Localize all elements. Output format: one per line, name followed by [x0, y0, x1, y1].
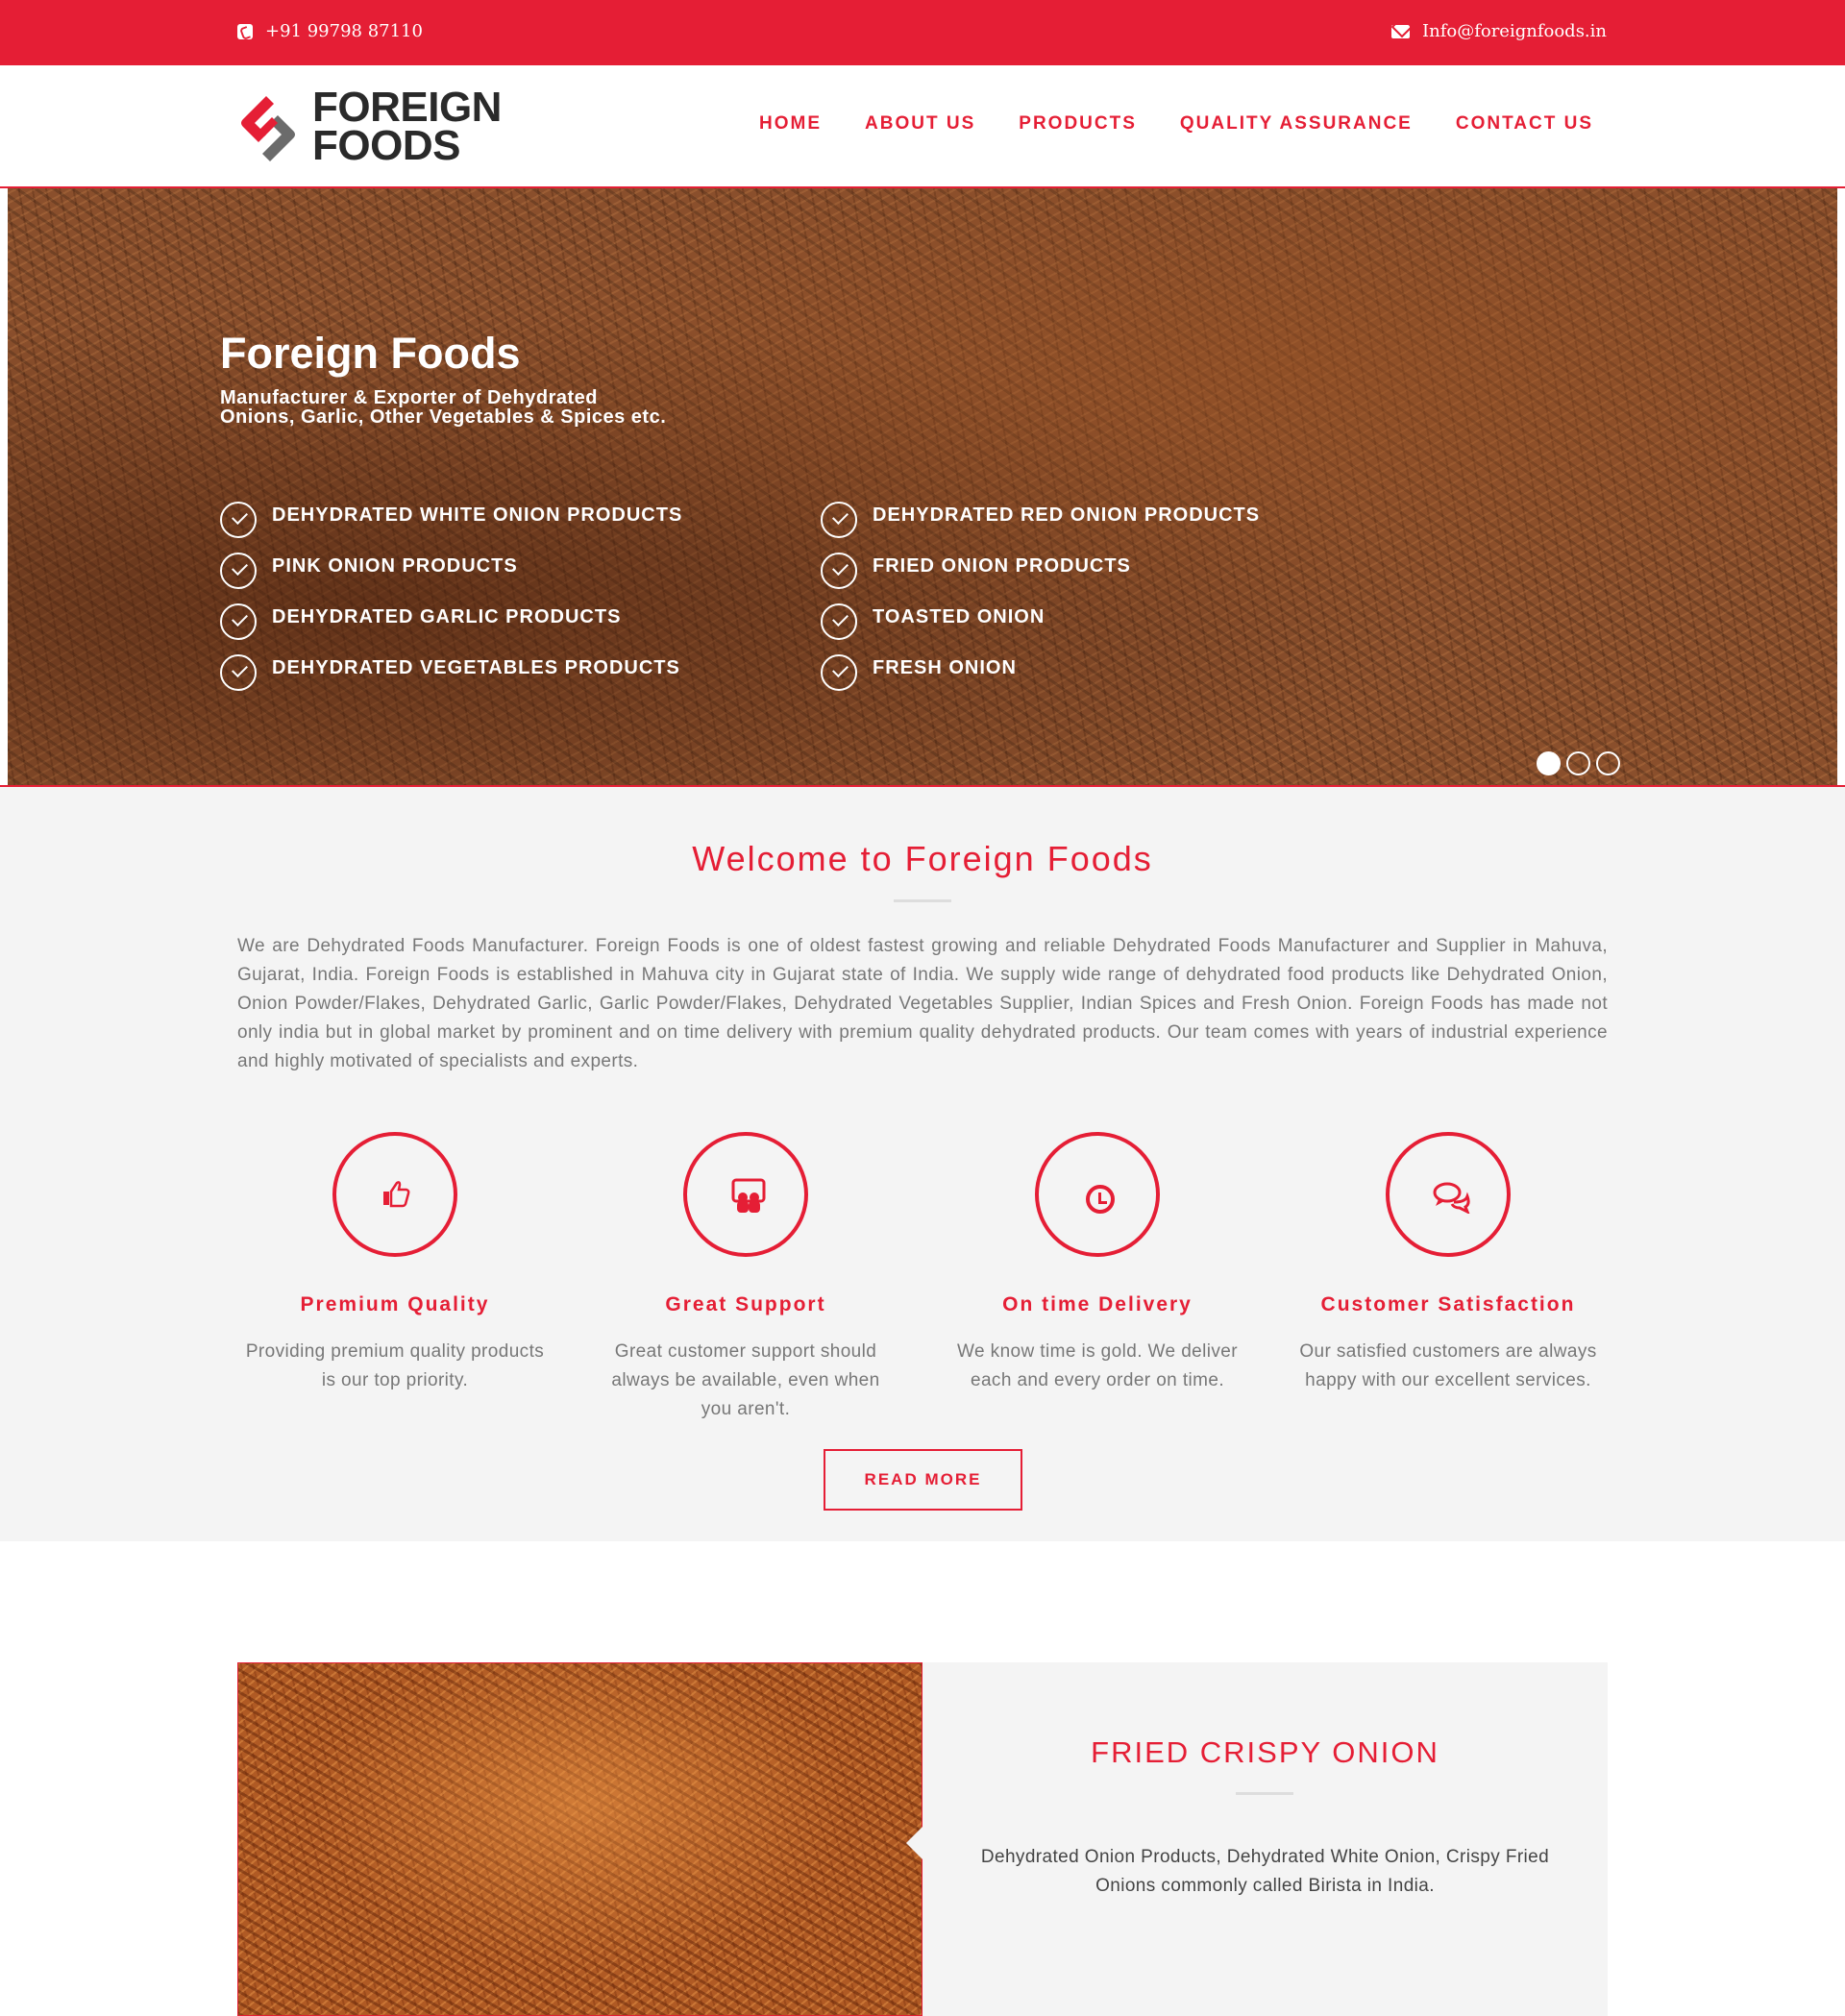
feature-title: Premium Quality — [300, 1293, 490, 1315]
nav-quality-assurance[interactable]: QUALITY ASSURANCE — [1180, 113, 1413, 135]
panel-pointer — [906, 1826, 923, 1860]
thumbs-up-icon — [383, 1181, 410, 1208]
check-circle-icon — [220, 654, 257, 691]
hero-list-label: DEHYDRATED VEGETABLES PRODUCTS — [272, 657, 680, 678]
envelope-icon — [1391, 24, 1410, 38]
top-bar: +91 99798 87110 Info@foreignfoods.in — [0, 0, 1845, 65]
logo-wordmark: FOREIGN FOODS — [312, 84, 502, 169]
phone-number[interactable]: +91 99798 87110 — [265, 21, 423, 41]
hero-list-item: DEHYDRATED WHITE ONION PRODUCTS — [220, 502, 682, 553]
hero-title: Foreign Foods — [220, 329, 521, 378]
slider-dot-2[interactable] — [1566, 751, 1590, 775]
hero-list-item: FRIED ONION PRODUCTS — [821, 553, 1260, 603]
feature-customer-satisfaction: Customer Satisfaction Our satisfied cust… — [1296, 1132, 1600, 1395]
phone-icon — [237, 23, 253, 39]
feature-on-time-delivery: On time Delivery We know time is gold. W… — [946, 1132, 1249, 1395]
read-more-button[interactable]: READ MORE — [824, 1449, 1022, 1511]
slider-dot-3[interactable] — [1596, 751, 1620, 775]
email-contact[interactable]: Info@foreignfoods.in — [1391, 21, 1607, 41]
hero-subtitle: Manufacturer & Exporter of Dehydrated On… — [220, 387, 667, 428]
slider-dot-1[interactable] — [1537, 751, 1561, 775]
check-circle-icon — [220, 553, 257, 589]
slider-pagination — [1537, 751, 1620, 775]
check-circle-icon — [821, 654, 857, 691]
hero-list-label: DEHYDRATED RED ONION PRODUCTS — [873, 504, 1261, 526]
feature-description: We know time is gold. We deliver each an… — [957, 1341, 1238, 1390]
check-circle-icon — [821, 553, 857, 589]
site-logo[interactable]: FOREIGN FOODS — [237, 84, 506, 169]
check-circle-icon — [821, 603, 857, 640]
feature-description: Great customer support should always be … — [611, 1341, 880, 1419]
phone-contact[interactable]: +91 99798 87110 — [237, 21, 423, 41]
hero-list-item: PINK ONION PRODUCTS — [220, 553, 682, 603]
clock-icon — [1086, 1185, 1115, 1214]
feature-icon-circle — [683, 1132, 808, 1257]
hero-list-item: DEHYDRATED VEGETABLES PRODUCTS — [220, 654, 682, 705]
welcome-section: Welcome to Foreign Foods We are Dehydrat… — [0, 787, 1845, 1541]
hero-list-label: FRESH ONION — [873, 657, 1017, 678]
product-description: Dehydrated Onion Products, Dehydrated Wh… — [980, 1847, 1550, 1896]
logo-mark-icon — [241, 96, 295, 161]
hero-list-label: TOASTED ONION — [873, 606, 1046, 627]
hero-right-gutter — [1837, 188, 1845, 785]
feature-icon-circle — [1386, 1132, 1511, 1257]
chat-icon — [1433, 1182, 1470, 1214]
feature-title: Customer Satisfaction — [1320, 1293, 1576, 1315]
hero-list-right: DEHYDRATED RED ONION PRODUCTS FRIED ONIO… — [821, 502, 1260, 705]
email-address[interactable]: Info@foreignfoods.in — [1422, 21, 1607, 41]
logo-line-2: FOODS — [312, 122, 460, 169]
check-circle-icon — [220, 603, 257, 640]
main-nav: HOME ABOUT US PRODUCTS QUALITY ASSURANCE… — [759, 113, 1593, 135]
fried-onion-image — [237, 1662, 922, 2016]
feature-description: Providing premium quality products is ou… — [245, 1341, 545, 1390]
product-panel: FRIED CRISPY ONION Dehydrated Onion Prod… — [922, 1662, 1608, 2016]
nav-contact-us[interactable]: CONTACT US — [1456, 113, 1593, 135]
feature-premium-quality: Premium Quality Providing premium qualit… — [243, 1132, 547, 1395]
nav-about-us[interactable]: ABOUT US — [865, 113, 975, 135]
feature-great-support: Great Support Great customer support sho… — [594, 1132, 898, 1424]
support-icon — [731, 1178, 766, 1213]
site-header: FOREIGN FOODS HOME ABOUT US PRODUCTS QUA… — [0, 65, 1845, 186]
hero-list-item: FRESH ONION — [821, 654, 1260, 705]
feature-icon-circle — [1035, 1132, 1160, 1257]
nav-home[interactable]: HOME — [759, 113, 822, 135]
hero-list-label: PINK ONION PRODUCTS — [272, 555, 518, 577]
hero-list-label: FRIED ONION PRODUCTS — [873, 555, 1131, 577]
hero-list-label: DEHYDRATED WHITE ONION PRODUCTS — [272, 504, 683, 526]
hero-slider[interactable]: Foreign Foods Manufacturer & Exporter of… — [0, 186, 1845, 787]
product-title: FRIED CRISPY ONION — [1091, 1735, 1439, 1769]
product-divider — [1236, 1792, 1293, 1795]
logo-line-1: FOREIGN — [312, 84, 502, 131]
feature-title: On time Delivery — [1002, 1293, 1193, 1315]
hero-list-left: DEHYDRATED WHITE ONION PRODUCTS PINK ONI… — [220, 502, 682, 705]
hero-list-item: DEHYDRATED RED ONION PRODUCTS — [821, 502, 1260, 553]
hero-list-label: DEHYDRATED GARLIC PRODUCTS — [272, 606, 622, 627]
hero-list-item: DEHYDRATED GARLIC PRODUCTS — [220, 603, 682, 654]
welcome-heading: Welcome to Foreign Foods — [692, 839, 1153, 878]
check-circle-icon — [821, 502, 857, 538]
nav-products[interactable]: PRODUCTS — [1019, 113, 1137, 135]
welcome-intro: We are Dehydrated Foods Manufacturer. Fo… — [237, 936, 1608, 1071]
hero-list-item: TOASTED ONION — [821, 603, 1260, 654]
feature-title: Great Support — [665, 1293, 826, 1315]
check-circle-icon — [220, 502, 257, 538]
heading-divider — [894, 899, 951, 902]
hero-left-gutter — [0, 188, 8, 785]
feature-description: Our satisfied customers are always happy… — [1299, 1341, 1597, 1390]
feature-icon-circle — [332, 1132, 457, 1257]
